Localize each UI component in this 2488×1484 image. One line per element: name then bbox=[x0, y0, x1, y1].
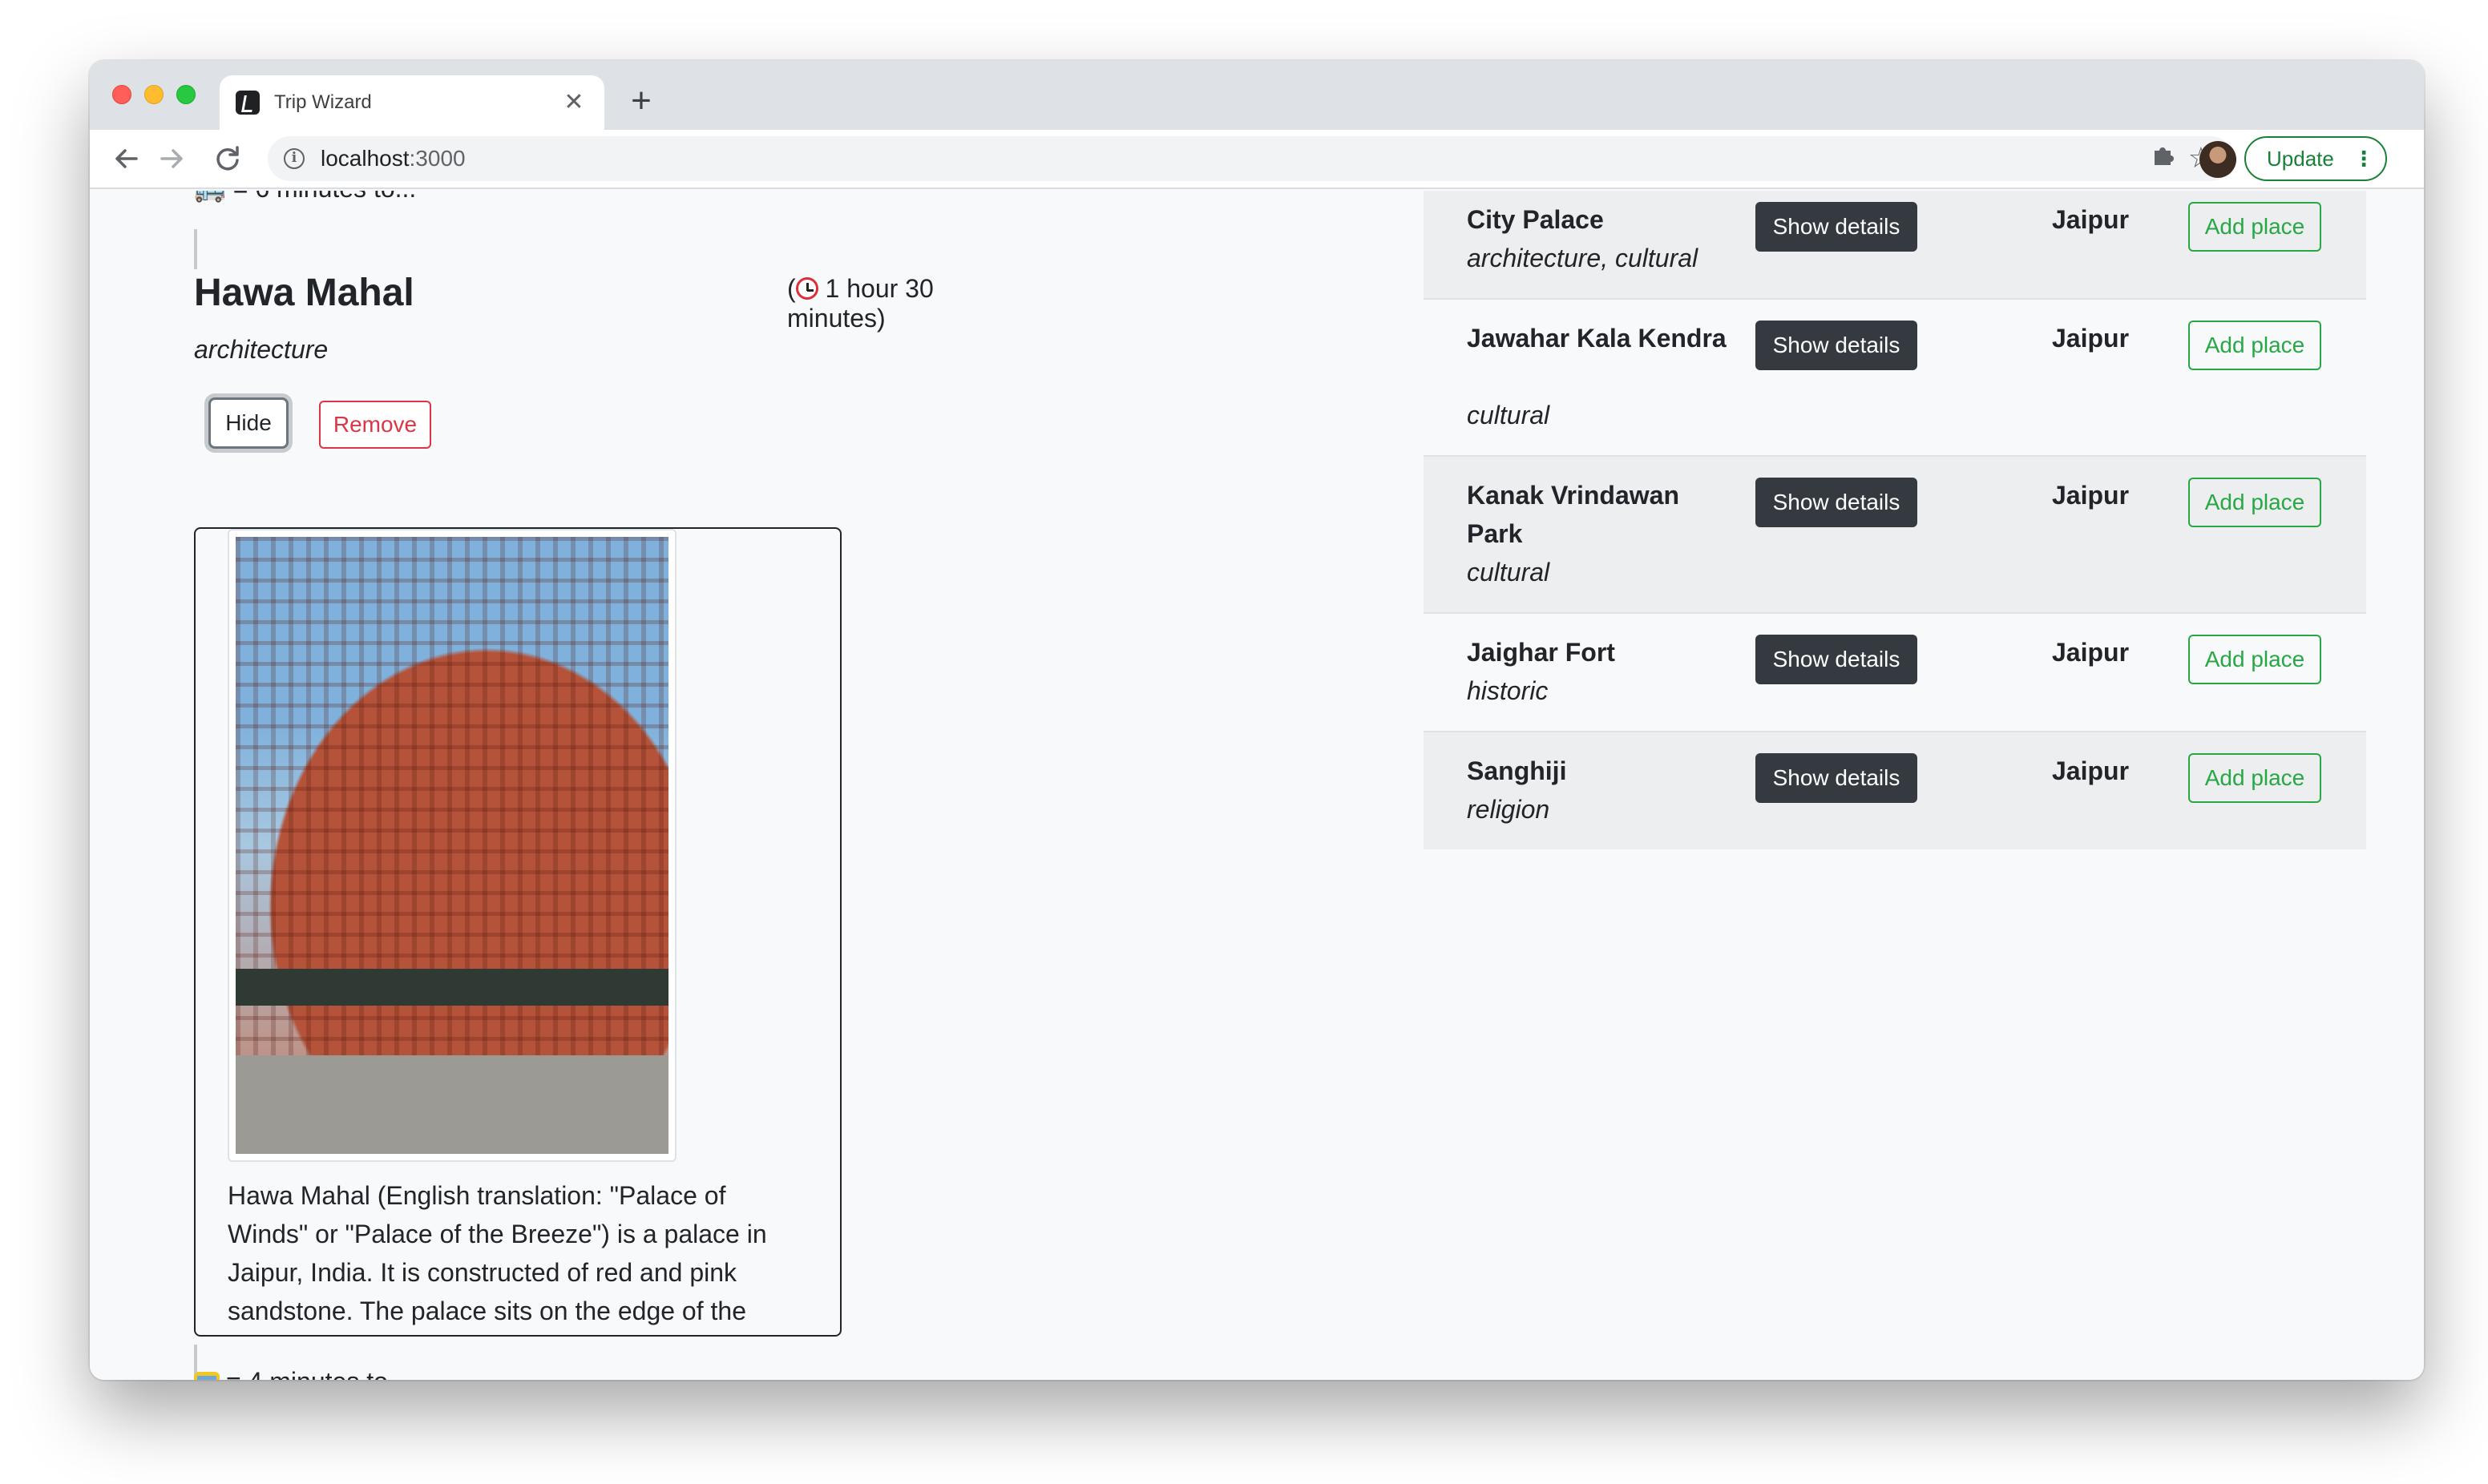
page-content: 🚌 = 6 minutes to... Hawa Mahal ( 1 hour … bbox=[90, 191, 2424, 1380]
favicon-icon bbox=[236, 91, 260, 115]
new-tab-button[interactable]: + bbox=[622, 82, 660, 120]
place-category: architecture bbox=[194, 335, 329, 364]
info-icon[interactable]: i bbox=[284, 148, 305, 169]
place-row: Jawahar Kala Kendra cultural Show details J… bbox=[1424, 298, 2366, 455]
tab-title: Trip Wizard bbox=[274, 91, 372, 113]
place-row-tags: religion bbox=[1467, 795, 1550, 824]
place-row: Jaighar Fort historic Show details Jaipur Ad… bbox=[1424, 612, 2366, 731]
itinerary-column: 🚌 = 6 minutes to... Hawa Mahal ( 1 hour … bbox=[194, 191, 1036, 1380]
reload-icon[interactable] bbox=[207, 138, 248, 179]
place-row: Sanghiji religion Show details Jaipur Add pl… bbox=[1424, 731, 2366, 849]
maximize-window-button[interactable] bbox=[176, 85, 196, 104]
address-bar[interactable]: i localhost:3000 ☆ bbox=[268, 136, 2233, 181]
place-row-tags: cultural bbox=[1467, 558, 1550, 587]
previous-travel-text: 🚌 = 6 minutes to... bbox=[194, 191, 416, 204]
browser-window: Trip Wizard ✕ + i localhost:3000 ☆ Updat… bbox=[90, 61, 2424, 1380]
add-place-button[interactable]: Add place bbox=[2188, 635, 2321, 684]
place-row-name: Sanghiji bbox=[1467, 756, 1567, 785]
place-description: Hawa Mahal (English translation: "Palace… bbox=[228, 1181, 767, 1325]
timeline-connector bbox=[194, 229, 197, 269]
hide-button[interactable]: Hide bbox=[208, 397, 289, 449]
next-travel-label: = 4 minutes to... bbox=[226, 1367, 410, 1380]
place-row-city: Jaipur bbox=[2052, 205, 2130, 234]
place-row-tags: historic bbox=[1467, 676, 1549, 705]
alarm-clock-icon bbox=[795, 277, 818, 300]
minimize-window-button[interactable] bbox=[144, 85, 164, 104]
place-row-name: Jawahar Kala Kendra bbox=[1467, 324, 1727, 353]
bus-icon bbox=[194, 1372, 220, 1380]
close-tab-icon[interactable]: ✕ bbox=[559, 91, 588, 115]
place-row-tags: architecture, cultural bbox=[1467, 244, 1698, 272]
show-details-button[interactable]: Show details bbox=[1755, 202, 1917, 252]
place-duration: ( 1 hour 30 minutes) bbox=[787, 274, 1036, 333]
add-place-button[interactable]: Add place bbox=[2188, 753, 2321, 803]
forward-arrow-icon[interactable] bbox=[151, 138, 192, 179]
remove-button[interactable]: Remove bbox=[319, 401, 431, 449]
place-row-city: Jaipur bbox=[2052, 756, 2130, 785]
add-place-button[interactable]: Add place bbox=[2188, 478, 2321, 527]
update-label: Update bbox=[2267, 146, 2334, 171]
close-window-button[interactable] bbox=[112, 85, 131, 104]
next-travel-text: = 4 minutes to... bbox=[194, 1367, 410, 1380]
show-details-button[interactable]: Show details bbox=[1755, 478, 1917, 527]
place-photo-frame bbox=[228, 529, 677, 1162]
hawa-mahal-photo bbox=[236, 537, 668, 1154]
profile-avatar[interactable] bbox=[2199, 141, 2236, 178]
place-row-name: Jaighar Fort bbox=[1467, 638, 1615, 667]
more-vert-icon[interactable]: ⋮ bbox=[2353, 146, 2374, 171]
place-title: Hawa Mahal bbox=[194, 272, 414, 314]
add-place-button[interactable]: Add place bbox=[2188, 321, 2321, 370]
place-row-name: Kanak Vrindawan Park bbox=[1467, 481, 1679, 548]
address-toolbar: i localhost:3000 ☆ Update ⋮ bbox=[90, 130, 2424, 189]
place-row-tags: cultural bbox=[1467, 401, 1550, 429]
url-port: :3000 bbox=[409, 146, 466, 171]
places-table: City Palace architecture, cultural Show de… bbox=[1424, 191, 2366, 849]
place-row-city: Jaipur bbox=[2052, 481, 2130, 510]
place-row: Kanak Vrindawan Park cultural Show details… bbox=[1424, 455, 2366, 612]
tab-strip: Trip Wizard ✕ + bbox=[90, 61, 2424, 130]
place-details-card[interactable]: Hawa Mahal (English translation: "Palace… bbox=[194, 527, 842, 1337]
show-details-button[interactable]: Show details bbox=[1755, 321, 1917, 370]
place-row-city: Jaipur bbox=[2052, 324, 2130, 353]
update-button[interactable]: Update ⋮ bbox=[2244, 136, 2387, 181]
add-place-button[interactable]: Add place bbox=[2188, 202, 2321, 252]
tab-trip-wizard[interactable]: Trip Wizard ✕ bbox=[220, 75, 604, 130]
place-row-name: City Palace bbox=[1467, 205, 1604, 234]
place-row: City Palace architecture, cultural Show de… bbox=[1424, 191, 2366, 298]
url-host: localhost bbox=[321, 146, 410, 171]
puzzle-extension-icon[interactable] bbox=[2150, 141, 2177, 175]
show-details-button[interactable]: Show details bbox=[1755, 753, 1917, 803]
back-arrow-icon[interactable] bbox=[106, 138, 147, 179]
show-details-button[interactable]: Show details bbox=[1755, 635, 1917, 684]
place-row-city: Jaipur bbox=[2052, 638, 2130, 667]
duration-paren: ( bbox=[787, 274, 796, 303]
